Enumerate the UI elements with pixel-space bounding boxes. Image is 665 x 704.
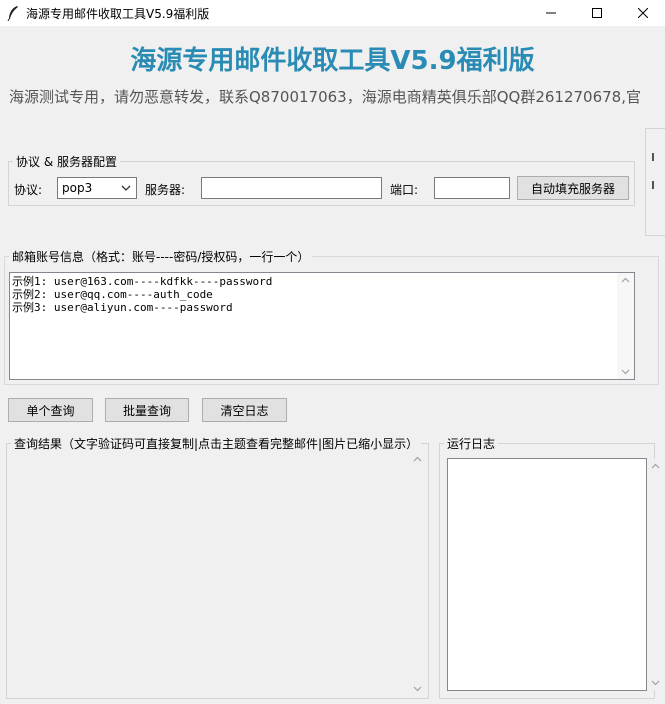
chevron-down-icon: [121, 185, 131, 191]
log-scrollbar[interactable]: [647, 459, 664, 690]
scroll-up-icon[interactable]: [651, 462, 660, 471]
account-line: 示例1: user@163.com----kdfkk----password: [12, 275, 273, 288]
scroll-up-icon[interactable]: [413, 455, 422, 464]
title-bar: 海源专用邮件收取工具V5.9福利版: [0, 0, 665, 26]
config-group-label: 协议 & 服务器配置: [16, 155, 117, 169]
accounts-label: 邮箱账号信息（格式：账号----密码/授权码，一行一个）: [12, 250, 310, 264]
accounts-content: 示例1: user@163.com----kdfkk----password 示例…: [12, 275, 616, 314]
autofill-server-button[interactable]: 自动填充服务器: [517, 176, 629, 200]
server-input[interactable]: [201, 177, 382, 199]
frame-tick: [652, 153, 654, 161]
port-label: 端口:: [390, 183, 419, 197]
close-icon: [638, 8, 648, 18]
scroll-down-icon[interactable]: [651, 678, 660, 687]
protocol-label: 协议:: [14, 183, 43, 197]
close-button[interactable]: [620, 0, 665, 26]
log-textarea[interactable]: [447, 458, 664, 691]
single-query-button[interactable]: 单个查询: [8, 398, 93, 422]
clear-log-button[interactable]: 清空日志: [202, 398, 287, 422]
scroll-down-icon[interactable]: [621, 367, 630, 376]
maximize-button[interactable]: [574, 0, 620, 26]
scroll-down-icon[interactable]: [413, 684, 422, 693]
batch-query-button[interactable]: 批量查询: [105, 398, 189, 422]
port-input[interactable]: [434, 177, 510, 199]
scroll-up-icon[interactable]: [621, 276, 630, 285]
minimize-button[interactable]: [528, 0, 574, 26]
results-scrollbar[interactable]: [409, 452, 426, 696]
maximize-icon: [592, 8, 602, 18]
window-title: 海源专用邮件收取工具V5.9福利版: [26, 7, 210, 21]
results-area[interactable]: [10, 452, 426, 696]
account-line: 示例2: user@qq.com----auth_code: [12, 288, 213, 301]
protocol-select[interactable]: pop3: [57, 177, 137, 199]
account-line: 示例3: user@aliyun.com----password: [12, 301, 233, 314]
feather-icon: [7, 6, 18, 21]
accounts-textarea[interactable]: 示例1: user@163.com----kdfkk----password 示例…: [9, 272, 635, 380]
app-heading: 海源专用邮件收取工具V5.9福利版: [130, 46, 535, 76]
side-frame: [645, 128, 665, 236]
frame-tick: [652, 181, 654, 189]
minimize-icon: [546, 12, 556, 14]
protocol-value: pop3: [62, 181, 93, 195]
log-label: 运行日志: [447, 437, 496, 451]
results-label: 查询结果（文字验证码可直接复制|点击主题查看完整邮件|图片已缩小显示）: [14, 437, 419, 451]
server-label: 服务器:: [145, 183, 186, 197]
app-subtitle: 海源测试专用，请勿恶意转发，联系Q870017063，海源电商精英俱乐部QQ群2…: [9, 88, 641, 106]
accounts-scrollbar[interactable]: [617, 273, 634, 379]
